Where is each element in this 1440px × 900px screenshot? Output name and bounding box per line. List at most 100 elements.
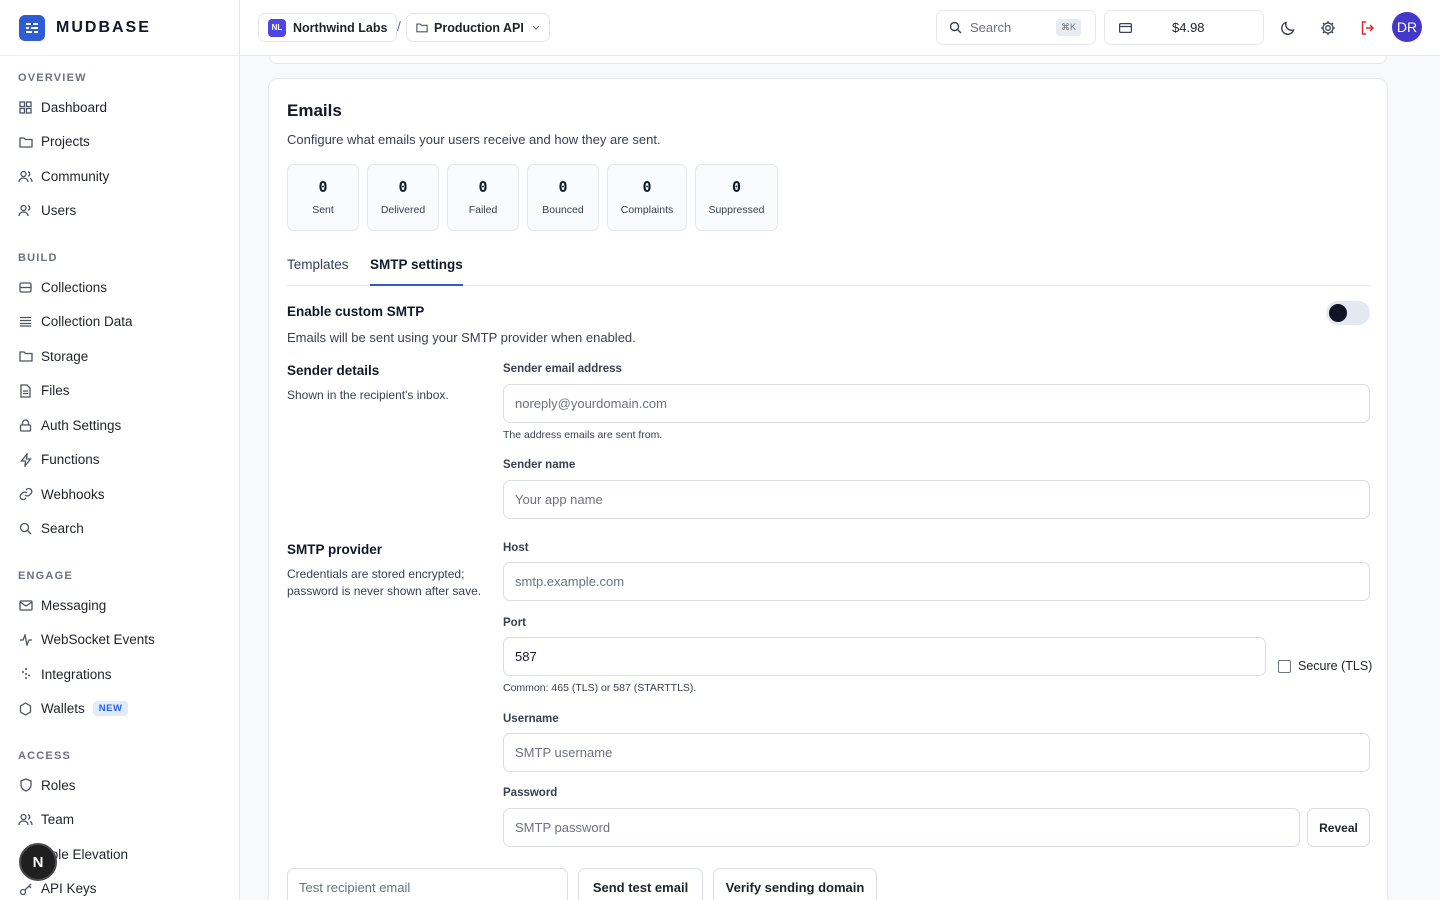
tab-templates[interactable]: Templates (287, 257, 349, 286)
sender-name-field[interactable]: Your app name (503, 480, 1370, 519)
password-field[interactable]: SMTP password (503, 808, 1300, 847)
reveal-password-button[interactable]: Reveal (1307, 808, 1370, 847)
sidebar-item-label: Collections (41, 279, 108, 295)
project-name: Production API (434, 20, 524, 35)
nav-heading: BUILD (18, 252, 58, 264)
stat-sent: 0 Sent (287, 164, 359, 231)
gear-icon[interactable] (1318, 18, 1338, 38)
shield-icon (18, 778, 33, 793)
sidebar-item-label: Messaging (41, 597, 107, 613)
folder-icon (18, 349, 33, 364)
smtp-provider-description-2: password is never shown after save. (287, 584, 482, 598)
sidebar-item-messaging[interactable]: Messaging (0, 588, 239, 623)
sidebar-item-label: Webhooks (41, 486, 105, 502)
sidebar-item-label: Dashboard (41, 99, 108, 115)
org-switcher[interactable]: NL Northwind Labs (258, 13, 398, 42)
port-label: Port (503, 617, 526, 629)
topbar: NL Northwind Labs / Production API Searc… (240, 0, 1440, 56)
search-icon (18, 521, 33, 536)
enable-smtp-toggle[interactable] (1326, 301, 1370, 325)
sidebar-item-label: Functions (41, 452, 100, 468)
sidebar-item-functions[interactable]: Functions (0, 443, 239, 478)
sidebar-item-auth-settings[interactable]: Auth Settings (0, 408, 239, 443)
host-field[interactable]: smtp.example.com (503, 562, 1370, 601)
sidebar-item-webhooks[interactable]: Webhooks (0, 477, 239, 512)
sidebar-item-search[interactable]: Search (0, 512, 239, 547)
bolt-icon (18, 452, 33, 467)
sidebar-item-collection-data[interactable]: Collection Data (0, 305, 239, 340)
rows-icon (18, 314, 33, 329)
credit-amount: $4.98 (1172, 20, 1205, 35)
floating-assistant-button[interactable]: N (19, 843, 57, 881)
sidebar-item-projects[interactable]: Projects (0, 125, 239, 160)
sidebar-item-websocket-events[interactable]: WebSocket Events (0, 623, 239, 658)
toggle-knob (1329, 304, 1347, 322)
chevron-down-icon (532, 25, 540, 30)
secure-tls-checkbox[interactable] (1278, 660, 1291, 673)
tab-smtp-settings[interactable]: SMTP settings (370, 257, 463, 286)
database-icon (18, 280, 33, 295)
send-test-email-button[interactable]: Send test email (578, 868, 703, 900)
emails-card: Emails Configure what emails your users … (268, 78, 1388, 900)
sidebar-item-label: Integrations (41, 666, 112, 682)
sidebar-item-collections[interactable]: Collections (0, 270, 239, 305)
activity-icon (18, 632, 33, 647)
stat-value: 0 (731, 178, 742, 196)
stat-label: Sent (312, 204, 334, 216)
test-recipient-field[interactable]: Test recipient email (287, 868, 568, 900)
previous-card-edge (269, 56, 1387, 64)
sidebar: MUDBASE OVERVIEW Dashboard Projects Comm… (0, 0, 240, 900)
sidebar-item-roles[interactable]: Roles (0, 768, 239, 803)
sidebar-item-label: Storage (41, 348, 89, 364)
org-avatar: NL (268, 18, 286, 37)
sidebar-item-dashboard[interactable]: Dashboard (0, 90, 239, 125)
brand[interactable]: MUDBASE (0, 0, 239, 56)
project-switcher[interactable]: Production API (406, 13, 550, 42)
users-icon (18, 812, 33, 827)
user-icon (18, 203, 33, 218)
lock-icon (18, 418, 33, 433)
sidebar-item-wallets[interactable]: Wallets NEW (0, 692, 239, 727)
stat-value: 0 (642, 178, 652, 196)
verify-sending-domain-button[interactable]: Verify sending domain (713, 868, 877, 900)
search-input[interactable]: Search ⌘K (936, 10, 1096, 45)
port-field[interactable]: 587 (503, 637, 1266, 676)
sender-email-field[interactable]: noreply@yourdomain.com (503, 384, 1370, 423)
enable-smtp-description: Emails will be sent using your SMTP prov… (287, 330, 636, 345)
stat-suppressed: 0 Suppressed (695, 164, 778, 231)
page-subtitle: Configure what emails your users receive… (287, 132, 661, 147)
sidebar-item-label: Projects (41, 134, 90, 150)
stat-bounced: 0 Bounced (527, 164, 599, 231)
page-title: Emails (287, 101, 342, 120)
sidebar-item-label: Community (41, 168, 110, 184)
stat-label: Complaints (620, 204, 674, 216)
moon-icon[interactable] (1278, 18, 1298, 38)
nav-heading: ACCESS (18, 750, 72, 762)
sidebar-item-community[interactable]: Community (0, 159, 239, 194)
grid-icon (18, 100, 33, 115)
sender-name-label: Sender name (503, 459, 576, 471)
stat-label: Failed (468, 204, 498, 216)
hexagon-icon (18, 701, 33, 716)
credit-balance-button[interactable]: $4.98 (1104, 10, 1264, 45)
sidebar-item-files[interactable]: Files (0, 374, 239, 409)
sidebar-item-storage[interactable]: Storage (0, 339, 239, 374)
stat-value: 0 (398, 178, 408, 196)
sidebar-item-team[interactable]: Team (0, 803, 239, 838)
sidebar-item-label: Users (41, 203, 77, 219)
sidebar-item-label: Files (41, 383, 70, 399)
sidebar-item-users[interactable]: Users (0, 194, 239, 229)
password-label: Password (503, 787, 558, 799)
folder-icon (18, 134, 33, 149)
logout-icon[interactable] (1358, 18, 1378, 38)
sidebar-item-integrations[interactable]: Integrations (0, 657, 239, 692)
stat-label: Delivered (380, 204, 426, 216)
nav-heading: ENGAGE (18, 570, 73, 582)
breadcrumb-separator: / (397, 18, 401, 34)
sender-details-description: Shown in the recipient's inbox. (287, 388, 449, 402)
username-field[interactable]: SMTP username (503, 733, 1370, 772)
avatar[interactable]: DR (1392, 12, 1422, 42)
nav-section-engage: ENGAGE Messaging WebSocket Events Integr… (0, 568, 239, 727)
sidebar-item-label: Wallets (41, 701, 85, 717)
sidebar-item-label: Roles (41, 777, 76, 793)
